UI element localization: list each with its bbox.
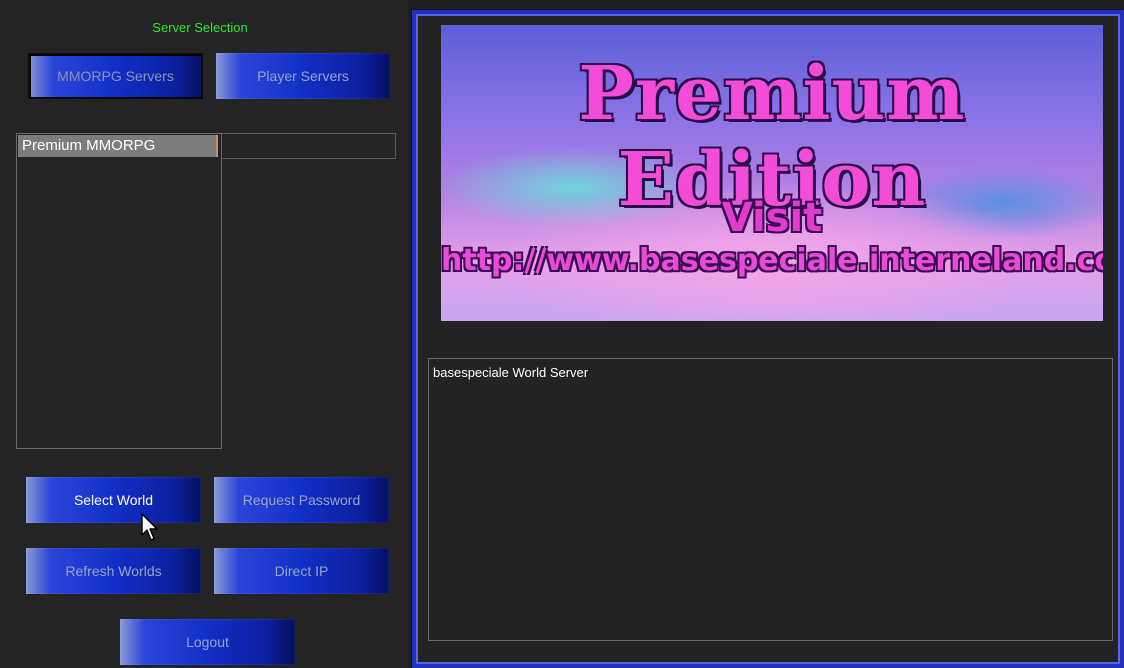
panel-title: Server Selection: [152, 20, 248, 35]
server-list[interactable]: Premium MMORPG: [16, 133, 222, 449]
world-info-box: basespeciale World Server: [428, 358, 1113, 641]
request-password-button[interactable]: Request Password: [214, 477, 389, 523]
mmorpg-servers-tab[interactable]: MMORPG Servers: [28, 53, 203, 99]
banner-url: http://www.basespeciale.interneland.com: [441, 243, 1103, 278]
mouse-pointer-icon: [141, 513, 158, 541]
server-list-item-premium-mmorpg[interactable]: Premium MMORPG: [18, 135, 218, 157]
player-servers-tab[interactable]: Player Servers: [216, 53, 390, 99]
logout-button[interactable]: Logout: [120, 619, 295, 665]
server-selection-panel: Server Selection MMORPG Servers Player S…: [0, 0, 408, 668]
banner-visit-text: Visit: [721, 195, 823, 241]
premium-edition-banner: Premium Edition Visit http://www.basespe…: [441, 25, 1103, 321]
select-world-button[interactable]: Select World: [26, 477, 201, 523]
refresh-worlds-button[interactable]: Refresh Worlds: [26, 548, 201, 594]
direct-ip-button[interactable]: Direct IP: [214, 548, 389, 594]
world-info-text: basespeciale World Server: [433, 365, 589, 380]
